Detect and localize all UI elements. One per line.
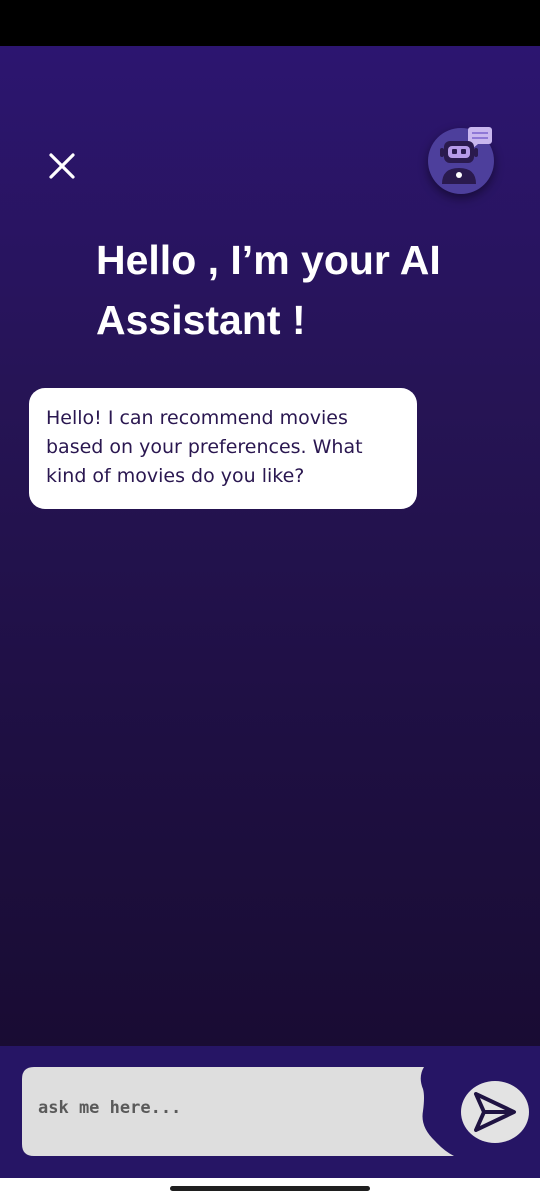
send-button[interactable]: [461, 1081, 529, 1143]
status-bar: [0, 0, 540, 46]
message-input[interactable]: [38, 1098, 398, 1118]
close-button[interactable]: [44, 148, 80, 184]
robot-chat-icon: [440, 127, 492, 184]
close-icon: [49, 153, 75, 179]
page-title: Hello , I’m your AI Assistant !: [96, 237, 441, 343]
send-arrow-icon: [474, 1092, 516, 1132]
composer-panel: [0, 1046, 540, 1178]
assistant-message-bubble: Hello! I can recommend movies based on y…: [29, 388, 417, 509]
home-indicator[interactable]: [170, 1186, 370, 1191]
system-nav-bar: [0, 1178, 540, 1200]
assistant-avatar: [428, 127, 494, 194]
chat-screen: Hello , I’m your AI Assistant ! Hello! I…: [0, 46, 540, 1046]
